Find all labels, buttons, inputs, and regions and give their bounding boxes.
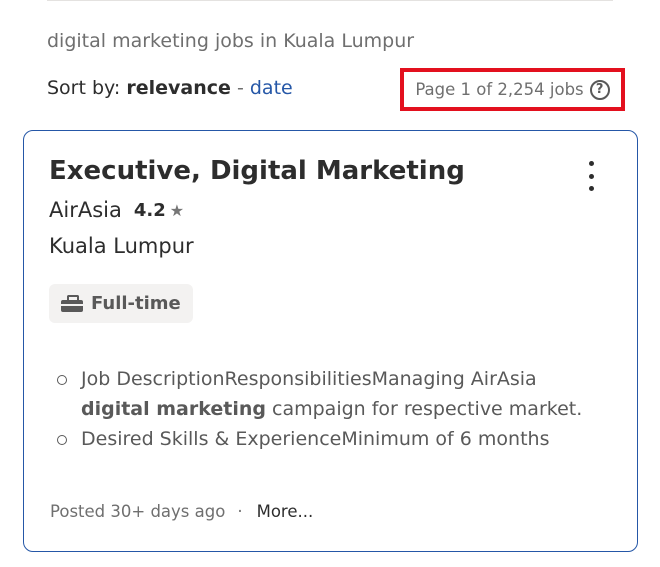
snippet-text: Job DescriptionResponsibilitiesManaging … xyxy=(81,368,537,390)
snippet-highlight: digital marketing xyxy=(81,398,266,420)
more-vertical-icon[interactable] xyxy=(579,161,603,191)
more-link[interactable]: More... xyxy=(257,502,314,521)
job-card[interactable]: Executive, Digital Marketing AirAsia 4.2… xyxy=(23,130,638,552)
job-title[interactable]: Executive, Digital Marketing xyxy=(49,156,465,186)
company-rating: 4.2 xyxy=(133,199,166,221)
posted-date: Posted 30+ days ago xyxy=(50,502,226,521)
sort-label: Sort by: xyxy=(47,77,121,99)
job-type-label: Full-time xyxy=(91,293,181,314)
job-footer: Posted 30+ days ago · More... xyxy=(50,502,313,521)
footer-separator: · xyxy=(237,502,243,521)
company-row: AirAsia 4.2 ★ xyxy=(49,198,184,222)
sort-separator: - xyxy=(236,77,244,99)
menu-dot xyxy=(588,161,594,166)
menu-dot xyxy=(588,186,594,191)
company-name[interactable]: AirAsia xyxy=(49,198,122,222)
sort-relevance: relevance xyxy=(126,77,231,99)
briefcase-icon xyxy=(61,295,83,312)
snippet-item: Job DescriptionResponsibilitiesManaging … xyxy=(49,364,589,424)
sort-bar: Sort by: relevance - date xyxy=(47,77,293,99)
snippet-item: Desired Skills & ExperienceMinimum of 6 … xyxy=(49,424,589,454)
top-divider xyxy=(47,0,613,1)
snippet-text: Desired Skills & ExperienceMinimum of 6 … xyxy=(81,428,550,450)
page-count-text: Page 1 of 2,254 jobs xyxy=(415,80,584,99)
page-count-highlight: Page 1 of 2,254 jobs ? xyxy=(400,68,625,111)
search-heading: digital marketing jobs in Kuala Lumpur xyxy=(47,30,415,52)
snippet-text: campaign for respective market. xyxy=(265,398,583,420)
job-snippet: Job DescriptionResponsibilitiesManaging … xyxy=(49,364,589,454)
sort-by-date-link[interactable]: date xyxy=(250,77,293,99)
job-type-badge: Full-time xyxy=(49,284,193,323)
help-circle-icon[interactable]: ? xyxy=(589,79,610,100)
star-icon: ★ xyxy=(169,200,185,220)
job-location: Kuala Lumpur xyxy=(49,234,194,258)
menu-dot xyxy=(588,173,594,179)
